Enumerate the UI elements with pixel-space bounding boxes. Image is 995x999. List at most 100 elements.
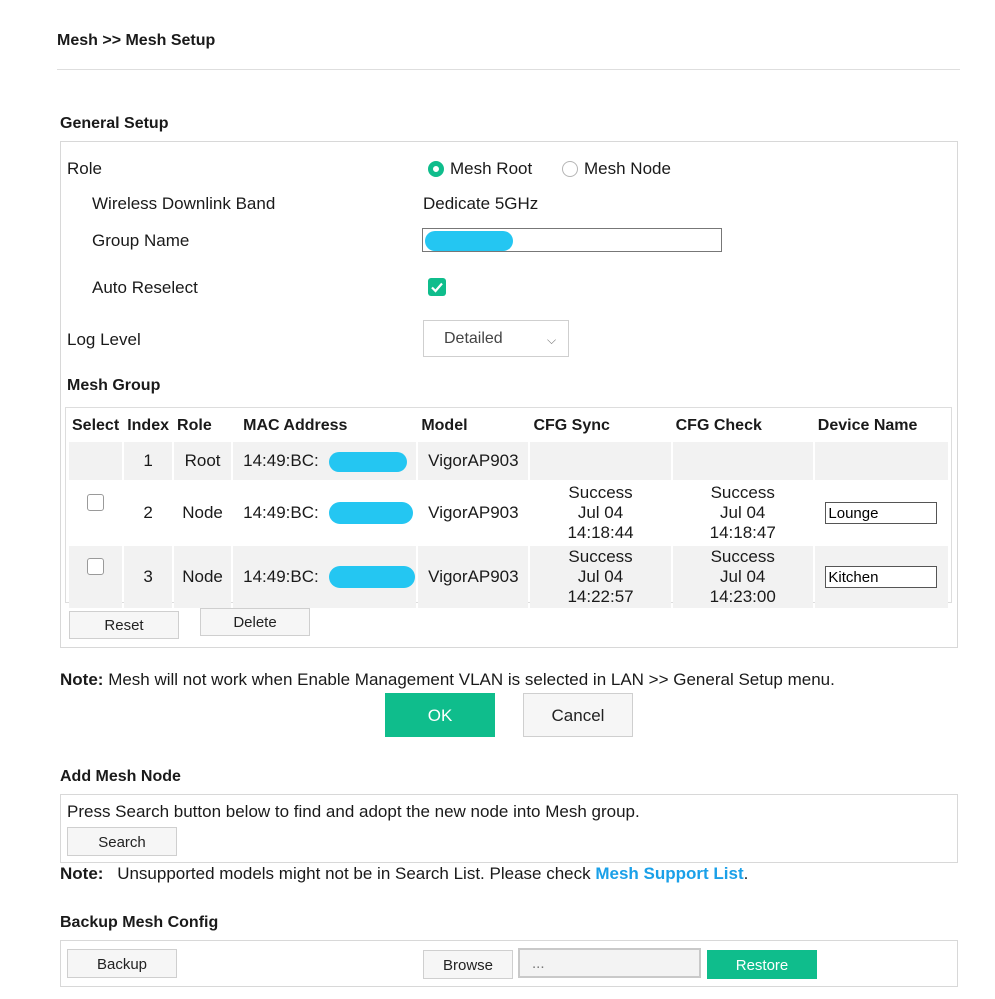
cfg-sync-cell: Success Jul 04 14:22:57 [530,546,671,608]
sync-date: Jul 04 [577,503,624,522]
check-date: Jul 04 [720,503,766,522]
role-cell: Node [174,546,232,608]
col-device-name: Device Name [814,411,948,440]
redaction-mark [329,452,408,472]
redaction-mark [425,231,513,251]
mac-cell: 14:49:BC: [233,442,417,480]
backup-config-title: Backup Mesh Config [60,914,219,931]
col-cfg-check: CFG Check [672,411,813,440]
note-text: Mesh will not work when Enable Managemen… [108,670,835,689]
model-cell: VigorAP903 [418,482,529,544]
sync-date: Jul 04 [577,567,624,586]
downlink-band-value: Dedicate 5GHz [423,194,539,213]
group-name-label: Group Name [92,231,190,250]
log-level-select[interactable]: Detailed ⌵ [423,320,569,357]
check-date: Jul 04 [720,567,766,586]
index-cell: 1 [124,442,173,480]
delete-button[interactable]: Delete [200,608,310,636]
index-cell: 3 [124,546,173,608]
sync-time: 14:22:57 [567,587,634,606]
log-level-label: Log Level [67,330,141,349]
mesh-group-title: Mesh Group [67,377,161,394]
device-name-cell [814,546,948,608]
search-button[interactable]: Search [67,827,177,856]
cfg-check-cell: Success Jul 04 14:23:00 [672,546,813,608]
mac-prefix: 14:49:BC: [243,451,319,470]
sync-status: Success [568,483,633,502]
mesh-support-list-link[interactable]: Mesh Support List [595,864,743,883]
file-path-placeholder: ... [532,955,545,972]
cfg-check-cell [672,442,813,480]
col-mac: MAC Address [233,411,417,440]
general-setup-title: General Setup [60,115,169,132]
table-header-row: Select Index Role MAC Address Model CFG … [69,411,948,440]
select-cell [69,442,123,480]
check-time: 14:23:00 [709,587,776,606]
redaction-mark [329,502,414,524]
role-cell: Node [174,482,232,544]
cfg-check-cell: Success Jul 04 14:18:47 [672,482,813,544]
device-name-cell [814,482,948,544]
table-row: 3 Node 14:49:BC: VigorAP903 Success Jul … [69,546,948,608]
add-mesh-node-title: Add Mesh Node [60,768,181,785]
note-separator: : [97,670,104,689]
vlan-note: Note: Mesh will not work when Enable Man… [60,670,835,690]
checkmark-icon [431,282,443,293]
select-cell [69,546,123,608]
col-role: Role [174,411,232,440]
index-cell: 2 [124,482,173,544]
browse-button[interactable]: Browse [423,950,513,979]
downlink-band-label: Wireless Downlink Band [92,194,276,213]
note-label: Note: [60,864,104,883]
device-name-cell [814,442,948,480]
backup-button[interactable]: Backup [67,949,177,978]
note-end: . [743,864,749,883]
col-model: Model [418,411,529,440]
cfg-sync-cell: Success Jul 04 14:18:44 [530,482,671,544]
note-label: Note [60,670,98,689]
col-select: Select [69,411,123,440]
mac-prefix: 14:49:BC: [243,567,319,586]
select-cell [69,482,123,544]
chevron-down-icon: ⌵ [547,333,557,347]
mesh-root-label: Mesh Root [450,159,533,178]
mac-prefix: 14:49:BC: [243,503,319,522]
mesh-node-label: Mesh Node [584,159,671,178]
restore-button[interactable]: Restore [707,950,817,979]
table-row: 2 Node 14:49:BC: VigorAP903 Success Jul … [69,482,948,544]
mesh-group-table: Select Index Role MAC Address Model CFG … [67,409,950,610]
header-divider [57,69,960,70]
reset-button[interactable]: Reset [69,611,179,639]
redaction-mark [329,566,416,588]
group-name-input[interactable] [422,228,722,252]
mesh-root-radio[interactable] [428,161,444,177]
ok-button[interactable]: OK [385,693,495,737]
check-status: Success [710,547,775,566]
mesh-node-radio[interactable] [562,161,578,177]
sync-status: Success [568,547,633,566]
row-select-checkbox[interactable] [87,494,105,511]
role-cell: Root [174,442,232,480]
log-level-value: Detailed [444,330,503,347]
cfg-sync-cell [530,442,671,480]
sync-time: 14:18:44 [567,523,634,542]
file-path-field[interactable]: ... [518,948,701,978]
device-name-input[interactable] [825,566,938,588]
model-cell: VigorAP903 [418,442,529,480]
model-cell: VigorAP903 [418,546,529,608]
auto-reselect-checkbox[interactable] [428,278,446,296]
check-status: Success [710,483,775,502]
mac-cell: 14:49:BC: [233,546,417,608]
role-label: Role [67,159,102,178]
auto-reselect-label: Auto Reselect [92,278,198,297]
support-note: Note: Unsupported models might not be in… [60,864,748,884]
col-index: Index [124,411,173,440]
mac-cell: 14:49:BC: [233,482,417,544]
add-node-instructions: Press Search button below to find and ad… [67,802,640,821]
table-row: 1 Root 14:49:BC: VigorAP903 [69,442,948,480]
row-select-checkbox[interactable] [87,558,105,575]
cancel-button[interactable]: Cancel [523,693,633,737]
breadcrumb: Mesh >> Mesh Setup [57,32,216,49]
device-name-input[interactable] [825,502,938,524]
col-cfg-sync: CFG Sync [530,411,671,440]
